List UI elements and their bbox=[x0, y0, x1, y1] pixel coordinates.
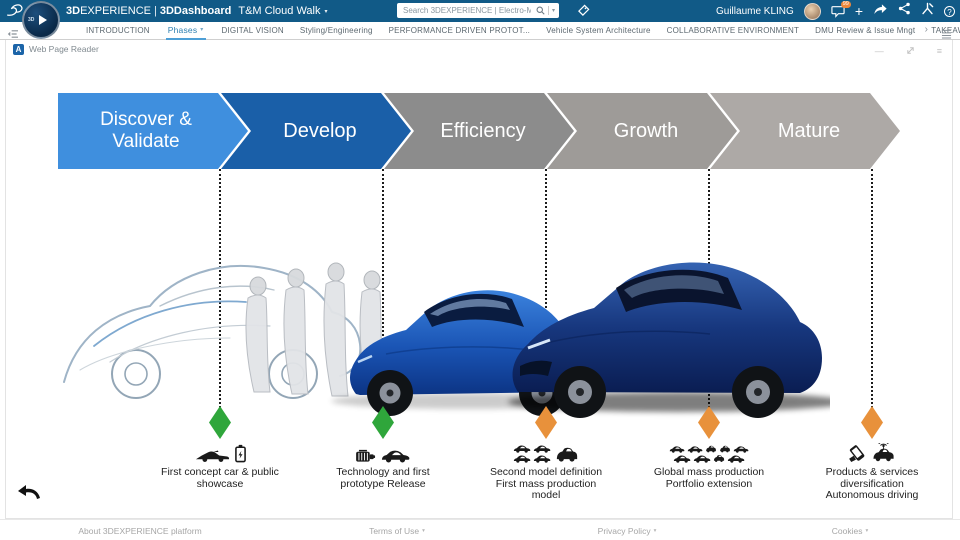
back-arrow-icon[interactable] bbox=[17, 483, 41, 504]
car-icon bbox=[687, 445, 703, 453]
phase-discover-validate[interactable]: Discover & Validate bbox=[58, 93, 248, 169]
share-nodes-button[interactable] bbox=[898, 2, 911, 20]
footer-link-about[interactable]: About 3DEXPERIENCE platform bbox=[78, 526, 201, 536]
brand-3d: 3D bbox=[66, 5, 80, 17]
milestone-global-production: Global mass productionPortfolio extensio… bbox=[619, 406, 799, 490]
collapse-panel-icon[interactable] bbox=[7, 26, 19, 44]
dashboard-name[interactable]: T&M Cloud Walk bbox=[238, 5, 320, 17]
city-car-icon bbox=[719, 445, 731, 453]
concept-car-icon bbox=[195, 449, 231, 463]
search-bar: ▾ bbox=[397, 3, 559, 18]
user-name[interactable]: Guillaume KLING bbox=[716, 6, 794, 17]
milestone-label: Second model definitionFirst mass produc… bbox=[490, 467, 602, 502]
milestone-marker bbox=[698, 406, 720, 439]
avatar[interactable] bbox=[804, 3, 821, 20]
city-car-icon bbox=[555, 446, 579, 463]
widget-header: A Web Page Reader bbox=[6, 40, 952, 58]
city-car-icon bbox=[713, 454, 725, 463]
widget-actions: — ≡ bbox=[875, 42, 942, 60]
car-icon bbox=[693, 454, 711, 463]
tab-phases[interactable]: Phases▾ bbox=[166, 22, 206, 40]
top-bar-actions: Guillaume KLING 99 + ? bbox=[716, 0, 955, 22]
brand-experience: EXPERIENCE bbox=[80, 5, 151, 17]
help-button[interactable]: ? bbox=[944, 6, 955, 17]
milestone-prototype: Technology and firstprototype Release bbox=[293, 406, 473, 490]
breadcrumb: 3DEXPERIENCE | 3DDashboard T&M Cloud Wal… bbox=[66, 0, 328, 22]
car-icon bbox=[673, 454, 691, 463]
footer: About 3DEXPERIENCE platform Terms of Use… bbox=[0, 519, 960, 540]
timeline-dotted-line bbox=[871, 169, 873, 412]
brand-app[interactable]: 3DDashboard bbox=[160, 5, 232, 17]
sketch-car bbox=[64, 266, 360, 398]
tag-icon[interactable] bbox=[577, 4, 590, 22]
top-bar: 3D 3DEXPERIENCE | 3DDashboard T&M Cloud … bbox=[0, 0, 960, 22]
milestone-label: Products & servicesdiversificationAutono… bbox=[826, 467, 919, 502]
3dexperience-dashboard: 3D 3DEXPERIENCE | 3DDashboard T&M Cloud … bbox=[0, 0, 960, 540]
3dcompass-icon[interactable]: 3D bbox=[22, 1, 60, 39]
car-fleet-large-icon bbox=[669, 445, 749, 463]
car-icon bbox=[669, 445, 685, 453]
search-scope-chevron-icon[interactable]: ▾ bbox=[552, 7, 555, 14]
car-icon bbox=[533, 454, 551, 463]
widget-title: Web Page Reader bbox=[29, 44, 99, 54]
car-fleet-icon bbox=[513, 444, 551, 463]
car-icon bbox=[733, 445, 749, 453]
brand-divider: | bbox=[154, 5, 157, 17]
car-icon bbox=[513, 444, 531, 453]
tab-collaborative-environment[interactable]: COLLABORATIVE ENVIRONMENT bbox=[667, 22, 799, 40]
maximize-widget-icon[interactable] bbox=[906, 42, 915, 60]
search-input[interactable] bbox=[401, 5, 533, 16]
tab-introduction[interactable]: INTRODUCTION bbox=[86, 22, 150, 40]
tab-styling-engineering[interactable]: Styling/Engineering bbox=[300, 22, 373, 40]
notification-badge: 99 bbox=[841, 1, 851, 8]
milestone-second-model: Second model definitionFirst mass produc… bbox=[456, 406, 636, 502]
chevron-down-icon[interactable]: ▾ bbox=[324, 8, 327, 15]
milestone-marker bbox=[861, 406, 883, 439]
city-car-icon bbox=[705, 445, 717, 453]
milestone-label: Technology and firstprototype Release bbox=[336, 467, 429, 490]
minimize-widget-icon[interactable]: — bbox=[875, 44, 884, 58]
tab-strip: INTRODUCTION Phases▾ DIGITAL VISION Styl… bbox=[86, 22, 960, 40]
chevron-down-icon: ▾ bbox=[200, 22, 203, 38]
tab-digital-vision[interactable]: DIGITAL VISION bbox=[222, 22, 284, 40]
milestone-diversification: Products & servicesdiversificationAutono… bbox=[782, 406, 960, 502]
notifications-button[interactable]: 99 bbox=[831, 5, 845, 18]
compass-play-icon bbox=[39, 15, 47, 25]
add-button[interactable]: + bbox=[855, 0, 863, 22]
dark-blue-production-car bbox=[508, 262, 830, 418]
tab-vehicle-system-architecture[interactable]: Vehicle System Architecture bbox=[546, 22, 651, 40]
milestone-concept-car: First concept car & publicshowcase bbox=[130, 406, 310, 490]
milestone-marker bbox=[372, 406, 394, 439]
battery-icon bbox=[235, 444, 246, 463]
search-icon[interactable] bbox=[536, 6, 545, 15]
milestone-label: First concept car & publicshowcase bbox=[161, 467, 279, 490]
3dswym-button[interactable] bbox=[921, 2, 934, 20]
chevron-down-icon: ▾ bbox=[654, 528, 657, 534]
tab-dmu-review[interactable]: DMU Review & Issue Mngt bbox=[815, 22, 915, 40]
chevron-down-icon: ▾ bbox=[422, 528, 425, 534]
car-icon bbox=[727, 454, 745, 463]
footer-link-cookies[interactable]: Cookies▾ bbox=[832, 526, 868, 536]
smartphone-hand-icon bbox=[848, 444, 867, 463]
chevron-down-icon: ▾ bbox=[865, 528, 868, 534]
electric-motor-icon bbox=[355, 448, 376, 463]
tab-performance-driven-prototype[interactable]: PERFORMANCE DRIVEN PROTOT... bbox=[389, 22, 530, 40]
tab-overflow-chevron-icon[interactable]: › bbox=[925, 24, 928, 35]
car-icon bbox=[513, 454, 531, 463]
milestone-label: Global mass productionPortfolio extensio… bbox=[654, 467, 764, 490]
car-evolution-illustration bbox=[50, 186, 830, 421]
car-icon bbox=[380, 448, 411, 463]
car-icon bbox=[533, 444, 551, 453]
footer-link-terms[interactable]: Terms of Use▾ bbox=[369, 526, 425, 536]
web-page-reader-icon: A bbox=[13, 44, 24, 55]
footer-link-privacy[interactable]: Privacy Policy▾ bbox=[598, 526, 657, 536]
widget-more-icon[interactable]: ≡ bbox=[937, 44, 942, 58]
tab-list-view-icon[interactable] bbox=[941, 26, 952, 44]
autonomous-car-icon bbox=[871, 443, 896, 463]
share-forward-button[interactable] bbox=[873, 2, 888, 20]
milestone-marker bbox=[535, 406, 557, 439]
milestone-marker bbox=[209, 406, 231, 439]
